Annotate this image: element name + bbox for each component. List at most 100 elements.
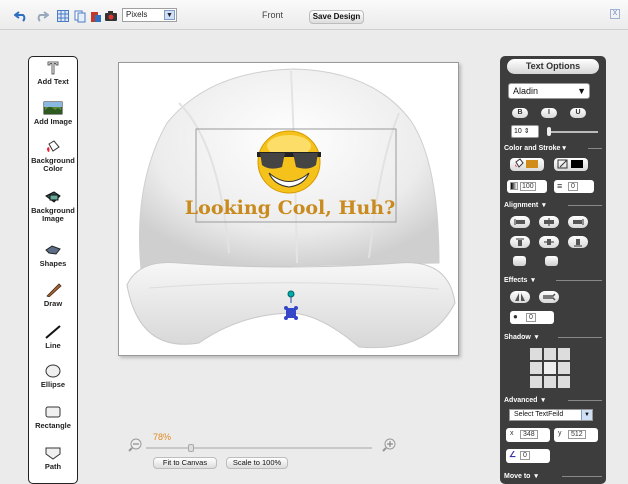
y-position-stepper[interactable]: y 512	[554, 428, 598, 442]
tool-label: Background Color	[31, 156, 75, 173]
font-size-slider-thumb[interactable]	[547, 127, 551, 136]
zoom-in-icon[interactable]	[382, 438, 396, 452]
zoom-slider-track[interactable]	[146, 447, 372, 449]
flip-vertical-icon	[543, 293, 556, 301]
copy-icon[interactable]	[73, 9, 87, 23]
background-color-tool[interactable]: Background Color	[29, 140, 77, 173]
paste-icon[interactable]	[89, 9, 103, 23]
flip-vertical-button[interactable]	[539, 291, 559, 303]
rectangle-icon	[45, 406, 61, 418]
undo-icon[interactable]	[14, 9, 28, 23]
flip-horizontal-button[interactable]	[510, 291, 530, 303]
stroke-width-stepper[interactable]: ≡ 0	[554, 180, 594, 193]
section-advanced[interactable]: Advanced ▾	[504, 396, 602, 405]
cap-image: Looking Cool, Huh?	[126, 68, 456, 349]
font-select-value: Aladin	[513, 86, 539, 96]
section-effects[interactable]: Effects ▾	[504, 276, 602, 285]
design-canvas[interactable]: Looking Cool, Huh?	[118, 62, 459, 356]
smiley-image[interactable]	[257, 130, 321, 194]
align-right-button[interactable]	[568, 216, 588, 228]
zoom-slider-thumb[interactable]	[188, 444, 194, 452]
ellipse-icon	[45, 364, 61, 378]
grid-icon[interactable]	[56, 9, 70, 23]
align-center-button[interactable]	[539, 216, 559, 228]
bg-image-icon	[45, 191, 61, 203]
chevron-down-icon: ▼	[164, 10, 175, 20]
tool-label: Path	[44, 462, 62, 471]
tool-label: Line	[45, 341, 61, 350]
select-text-field-value: Select TextFeild	[514, 411, 564, 418]
panel-title: Text Options	[507, 59, 599, 74]
units-select[interactable]: Pixels ▼	[122, 8, 177, 22]
zoom-out-icon[interactable]	[128, 438, 142, 452]
line-icon	[45, 325, 61, 339]
align-center-icon	[544, 218, 554, 226]
snapshot-icon[interactable]	[104, 9, 118, 23]
paint-bucket-icon	[515, 158, 538, 168]
fill-color-button[interactable]	[510, 158, 544, 171]
shapes-tool[interactable]: Shapes	[29, 243, 77, 268]
align-top-button[interactable]	[510, 236, 530, 248]
tool-label: Add Text	[37, 77, 69, 86]
close-icon[interactable]: X	[610, 9, 620, 19]
shadow-direction-grid[interactable]	[530, 348, 570, 388]
pen-icon	[557, 159, 583, 169]
bold-button[interactable]: B	[512, 108, 528, 118]
tool-label: Background Image	[31, 206, 75, 223]
underline-button[interactable]: U	[570, 108, 586, 118]
scale-to-100-button[interactable]: Scale to 100%	[226, 457, 288, 469]
fit-to-canvas-button[interactable]: Fit to Canvas	[153, 457, 217, 469]
redo-icon[interactable]	[35, 9, 49, 23]
path-tool[interactable]: Path	[29, 446, 77, 471]
rotation-value: 0	[520, 451, 530, 460]
x-position-stepper[interactable]: x 348	[506, 428, 550, 442]
align-bottom-button[interactable]	[568, 236, 588, 248]
section-alignment[interactable]: Alignment ▾	[504, 201, 602, 210]
select-text-field[interactable]: Select TextFeild ▼	[509, 409, 593, 421]
tool-box: Add Text Add Image Background Color Back…	[28, 56, 78, 484]
opacity-stepper[interactable]: 100	[507, 180, 547, 193]
background-image-tool[interactable]: Background Image	[29, 190, 77, 223]
section-label: Advanced	[504, 397, 538, 404]
add-text-tool[interactable]: Add Text	[29, 61, 77, 86]
flip-horizontal-icon	[515, 293, 525, 301]
text-tool-icon	[47, 61, 59, 75]
angle-icon: ∠	[509, 450, 517, 459]
ellipse-tool[interactable]: Ellipse	[29, 364, 77, 389]
opacity-icon	[510, 182, 518, 190]
zoom-percent: 78%	[153, 432, 172, 442]
opacity-value: 100	[520, 182, 536, 191]
rectangle-tool[interactable]: Rectangle	[29, 405, 77, 430]
section-color-stroke[interactable]: Color and Stroke ▾	[504, 144, 602, 153]
align-left-button[interactable]	[510, 216, 530, 228]
rotation-stepper[interactable]: ∠ 0	[506, 449, 550, 463]
send-backward-icon[interactable]	[545, 256, 558, 266]
tool-label: Draw	[43, 299, 63, 308]
blur-stepper[interactable]: ● 0	[510, 311, 554, 324]
italic-button[interactable]: I	[541, 108, 557, 118]
section-label: Shadow	[504, 334, 531, 341]
bring-forward-icon[interactable]	[513, 256, 526, 266]
shapes-icon	[45, 245, 61, 255]
section-label: Alignment	[504, 202, 539, 209]
units-select-value: Pixels	[126, 10, 148, 19]
x-label: x	[510, 430, 514, 437]
align-middle-button[interactable]	[539, 236, 559, 248]
save-design-button[interactable]: Save Design	[309, 10, 364, 24]
stroke-color-button[interactable]	[554, 158, 588, 171]
add-image-tool[interactable]: Add Image	[29, 101, 77, 126]
image-tool-icon	[43, 101, 63, 115]
font-select[interactable]: Aladin ▼	[508, 83, 590, 99]
section-shadow[interactable]: Shadow ▾	[504, 333, 602, 342]
draw-tool[interactable]: Draw	[29, 283, 77, 308]
font-size-stepper[interactable]: 10 ⇕	[511, 125, 539, 138]
line-tool[interactable]: Line	[29, 325, 77, 350]
design-text[interactable]: Looking Cool, Huh?	[185, 197, 395, 219]
tool-label: Ellipse	[40, 380, 66, 389]
path-icon	[45, 447, 61, 460]
tool-label: Add Image	[33, 117, 73, 126]
stroke-width-icon: ≡	[557, 181, 563, 191]
font-size-slider[interactable]	[548, 131, 598, 133]
text-options-panel: Text Options Aladin ▼ B I U 10 ⇕ Color a…	[500, 56, 606, 484]
blur-icon: ●	[513, 312, 518, 321]
